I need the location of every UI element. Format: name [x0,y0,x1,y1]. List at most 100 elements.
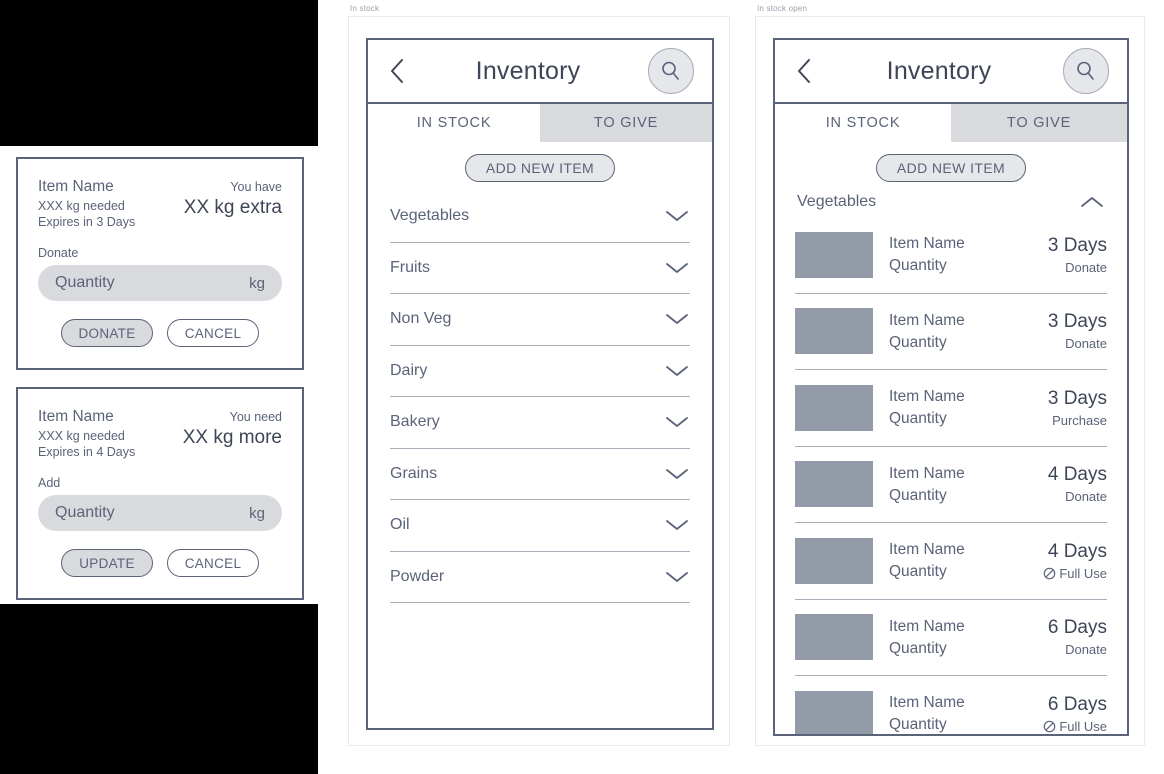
quantity-unit-label: kg [249,504,265,522]
expiry-label: Expires in 3 Days [38,215,136,229]
expiry-label: Expires in 4 Days [38,445,136,459]
table-row[interactable]: Item Name Quantity 6 Days Donate [795,600,1107,676]
chevron-down-icon[interactable] [664,312,690,326]
needed-amount-label: XXX kg needed [38,429,125,443]
item-thumbnail [795,461,873,508]
item-name-label: Item Name [889,235,965,253]
item-action-label[interactable]: Donate [1065,259,1107,276]
add-quantity-input[interactable]: Quantity kg [38,495,282,531]
search-button[interactable] [648,48,694,94]
search-button[interactable] [1063,48,1109,94]
donate-quantity-input[interactable]: Quantity kg [38,265,282,301]
add-new-item-button[interactable]: ADD NEW ITEM [464,154,616,182]
category-row-fruits[interactable]: Fruits [390,243,690,294]
item-quantity-label: Quantity [889,486,947,504]
item-thumbnail [795,690,873,734]
chevron-down-icon[interactable] [664,364,690,378]
category-label: Oil [390,516,410,534]
table-row[interactable]: Item Name Quantity 4 Days Full Use [795,523,1107,600]
ban-circle-icon [1044,720,1056,733]
item-action-label[interactable]: Full Use [1043,718,1107,734]
item-action-text: Donate [1065,642,1107,658]
item-action-label[interactable]: Donate [1065,488,1107,505]
table-row[interactable]: Item Name Quantity 3 Days Purchase [795,370,1107,447]
item-action-text: Donate [1065,336,1107,352]
item-name-label: Item Name [889,541,965,559]
update-dialog-actions: UPDATE CANCEL [38,549,282,577]
category-label: Grains [390,464,438,482]
chevron-down-icon[interactable] [664,261,690,275]
mock-caption-in-stock-open: In stock open [757,4,808,13]
card-summary-row: Item Name XXX kg needed Expires in 4 Day… [38,407,282,460]
item-action-label[interactable]: Purchase [1052,412,1107,429]
item-days-label: 3 Days [1047,387,1107,409]
item-name-label: Item Name [889,311,965,329]
donate-button[interactable]: DONATE [61,319,153,347]
item-name-label: Item Name [889,617,965,635]
tab-to-give[interactable]: TO GIVE [540,104,712,142]
donate-dialog-card: Item Name XXX kg needed Expires in 3 Day… [16,157,304,370]
card-summary-row: Item Name XXX kg needed Expires in 3 Day… [38,177,282,230]
chevron-down-icon[interactable] [664,467,690,481]
item-action-text: Full Use [1059,718,1107,734]
table-row[interactable]: Item Name Quantity 3 Days Donate [795,294,1107,370]
cancel-button[interactable]: CANCEL [167,319,259,347]
item-action-text: Full Use [1059,565,1107,581]
chevron-down-icon[interactable] [664,570,690,584]
category-row-vegetables[interactable]: Vegetables [390,191,690,243]
status-label: You need [229,410,282,424]
category-row-grains[interactable]: Grains [390,449,690,500]
table-row[interactable]: Item Name Quantity 4 Days Donate [795,447,1107,523]
item-days-label: 4 Days [1047,540,1107,562]
update-button[interactable]: UPDATE [61,549,153,577]
category-row-oil[interactable]: Oil [390,500,690,552]
tab-bar: IN STOCK TO GIVE [368,104,712,142]
item-quantity-label: Quantity [889,257,947,275]
category-row-non-veg[interactable]: Non Veg [390,294,690,346]
chevron-down-icon[interactable] [664,415,690,429]
item-name-label: Item Name [889,464,965,482]
category-label: Bakery [390,413,440,431]
item-name-label: Item Name [889,694,965,712]
table-row[interactable]: Item Name Quantity 3 Days Donate [795,217,1107,294]
chevron-down-icon[interactable] [664,209,690,223]
tab-in-stock[interactable]: IN STOCK [368,104,540,142]
app-header: Inventory [775,40,1127,104]
item-quantity-label: Quantity [889,333,947,351]
cancel-button[interactable]: CANCEL [167,549,259,577]
donate-field-label: Donate [38,246,79,260]
item-thumbnail [795,384,873,431]
category-label: Non Veg [390,310,452,328]
quantity-placeholder: Quantity [55,504,115,521]
tab-to-give[interactable]: TO GIVE [951,104,1127,142]
chevron-left-icon[interactable] [793,56,815,86]
add-new-item-button[interactable]: ADD NEW ITEM [875,154,1027,182]
item-days-label: 6 Days [1047,693,1107,715]
section-title: Vegetables [797,193,877,210]
tab-in-stock[interactable]: IN STOCK [775,104,951,142]
add-item-row: ADD NEW ITEM [775,142,1127,191]
section-header-vegetables[interactable]: Vegetables [775,191,1127,217]
chevron-down-icon[interactable] [664,518,690,532]
category-row-bakery[interactable]: Bakery [390,397,690,449]
chevron-up-icon[interactable] [1079,195,1105,209]
table-row[interactable]: Item Name Quantity 6 Days Full Use [795,676,1107,734]
item-quantity-label: Quantity [889,716,947,734]
item-days-label: 4 Days [1047,464,1107,486]
add-field-label: Add [38,476,61,490]
item-name-label: Item Name [38,408,114,425]
phone-screen-in-stock-open: Inventory IN STOCK TO GIVE ADD NEW ITEM … [773,38,1129,736]
category-label: Powder [390,567,445,585]
category-row-dairy[interactable]: Dairy [390,346,690,397]
item-action-label[interactable]: Donate [1065,335,1107,352]
item-quantity-label: Quantity [889,563,947,581]
category-row-powder[interactable]: Powder [390,552,690,603]
update-dialog-card: Item Name XXX kg needed Expires in 4 Day… [16,387,304,600]
item-action-label[interactable]: Donate [1065,641,1107,658]
black-band-bottom [0,604,318,774]
chevron-left-icon[interactable] [386,56,408,86]
category-label: Dairy [390,361,428,379]
category-list: Vegetables Fruits Non Veg Dairy Bakery G… [368,191,712,603]
tab-bar: IN STOCK TO GIVE [775,104,1127,142]
item-action-label[interactable]: Full Use [1043,565,1107,582]
